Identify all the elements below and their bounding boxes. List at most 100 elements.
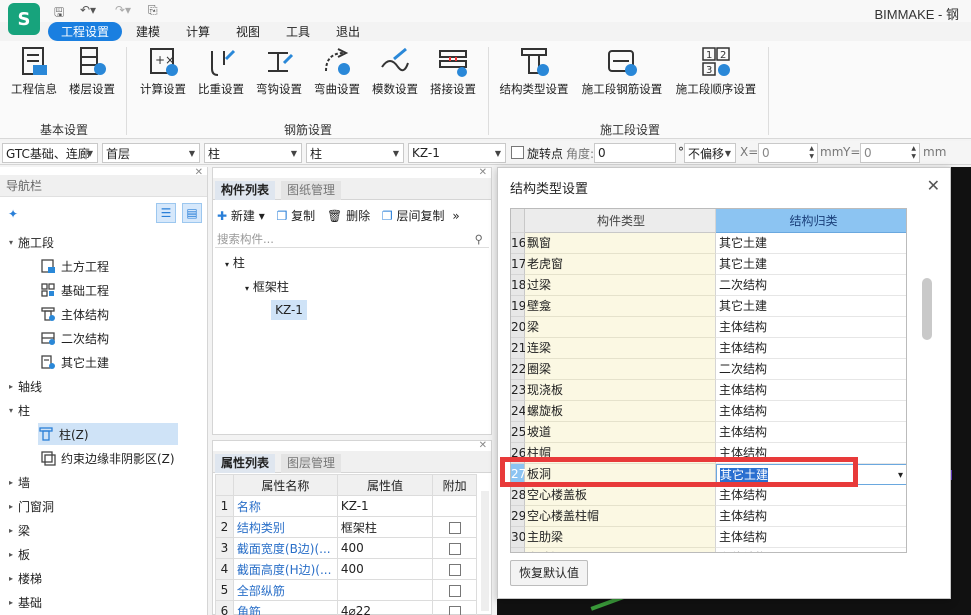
menu-tab-modeling[interactable]: 建模 [128, 22, 168, 41]
nav-item-column[interactable]: ▾ 柱 [4, 399, 30, 421]
tab-drawing-management[interactable]: 图纸管理 [281, 181, 342, 200]
menu-tab-tools[interactable]: 工具 [278, 22, 318, 41]
structure-category-cell[interactable]: 主体结构 [716, 506, 906, 527]
nav-item-column-z[interactable]: 柱(Z) [38, 423, 178, 445]
lap-settings-button[interactable]: 搭接设置 [424, 45, 482, 107]
table-row[interactable]: 16 飘窗 其它土建 [511, 233, 906, 254]
table-row[interactable]: 25 坡道 主体结构 [511, 422, 906, 443]
structure-category-cell[interactable]: 其它土建 [716, 233, 906, 254]
structure-category-cell[interactable]: 主体结构 [716, 317, 906, 338]
modulus-settings-button[interactable]: 模数设置 [366, 45, 424, 107]
collapse-icon[interactable]: ▸ [4, 382, 18, 391]
floor-copy-button[interactable]: ❐ 层间复制 [382, 209, 445, 223]
structure-type-settings-button[interactable]: 结构类型设置 [496, 45, 572, 107]
table-row[interactable]: 31次肋梁主体结构 [511, 548, 906, 552]
nav-item-constraint-edge[interactable]: 约束边缘非阴影区(Z) [40, 447, 175, 469]
property-value[interactable] [336, 579, 434, 601]
building-combo[interactable]: GTC基础、连廊 ▼ [2, 143, 98, 163]
element-type-combo[interactable]: 柱 ▼ [306, 143, 404, 163]
table-row[interactable]: 5 全部纵筋 [215, 579, 477, 601]
nav-item-main-structure[interactable]: 主体结构 [40, 303, 109, 325]
table-row[interactable]: 29 空心楼盖柱帽 主体结构 [511, 506, 906, 527]
spinner-icon[interactable]: ▲ ▼ [911, 145, 916, 161]
component-search-input[interactable]: 搜索构件... ⚲ [215, 230, 489, 248]
nav-item-secondary-structure[interactable]: 二次结构 [40, 327, 109, 349]
table-row[interactable]: 2 结构类别 框架柱 [215, 516, 477, 538]
property-value[interactable]: 4⌀22 [336, 600, 434, 615]
hook-settings-button[interactable]: 弯钩设置 [250, 45, 308, 107]
structure-category-cell[interactable]: 主体结构 [716, 380, 906, 401]
export-icon[interactable]: ⎘ [148, 3, 158, 18]
tab-layer-management[interactable]: 图层管理 [281, 454, 342, 473]
extra-checkbox[interactable] [448, 605, 461, 615]
tab-property-list[interactable]: 属性列表 [215, 454, 276, 473]
expand-icon[interactable]: ▾ [4, 238, 18, 247]
menu-tab-calculate[interactable]: 计算 [178, 22, 218, 41]
structure-category-cell[interactable]: 主体结构 [716, 401, 906, 422]
table-row[interactable]: 3 截面宽度(B边)(... 400 [215, 537, 477, 559]
extra-checkbox[interactable] [448, 584, 461, 597]
structure-category-cell[interactable]: 其它土建 [716, 296, 906, 317]
tree-root[interactable]: ▾ 柱 [225, 254, 245, 271]
rotate-point-checkbox[interactable] [511, 146, 524, 159]
copy-component-button[interactable]: ❐ 复制 [277, 209, 316, 223]
table-row[interactable]: 24 螺旋板 主体结构 [511, 401, 906, 422]
table-row[interactable]: 19 壁龛 其它土建 [511, 296, 906, 317]
element-combo[interactable]: KZ-1 ▼ [408, 143, 506, 163]
offset-combo[interactable]: 不偏移 ▼ [684, 143, 736, 163]
menu-tab-exit[interactable]: 退出 [328, 22, 368, 41]
expand-icon[interactable]: ▾ [245, 284, 249, 293]
chevron-down-icon[interactable]: ▾ [898, 465, 903, 486]
table-row[interactable]: 21 连梁 主体结构 [511, 338, 906, 359]
drawing-canvas[interactable] [951, 167, 971, 615]
new-component-button[interactable]: ✚ 新建 ▾ [217, 209, 265, 223]
extra-checkbox[interactable] [448, 521, 461, 534]
property-value[interactable]: KZ-1 [336, 495, 434, 517]
property-value[interactable]: 框架柱 [336, 516, 434, 538]
nav-item-other-civil[interactable]: 其它土建 [40, 351, 109, 373]
property-value[interactable]: 400 [336, 558, 434, 580]
project-info-button[interactable]: 工程信息 [6, 45, 62, 107]
dialog-scrollbar-thumb[interactable] [922, 278, 932, 340]
expand-icon[interactable]: ▾ [225, 260, 229, 269]
menu-tab-view[interactable]: 视图 [228, 22, 268, 41]
floor-settings-button[interactable]: 楼层设置 [64, 45, 120, 107]
table-row[interactable]: 22 圈梁 二次结构 [511, 359, 906, 380]
nav-item-earthwork[interactable]: 土方工程 [40, 255, 109, 277]
floor-combo[interactable]: 首层 ▼ [102, 143, 200, 163]
structure-category-cell[interactable]: 主体结构 [716, 527, 906, 548]
table-row[interactable]: 28 空心楼盖板 主体结构 [511, 485, 906, 506]
collapse-icon[interactable]: ▸ [4, 550, 18, 559]
collapse-icon[interactable]: ▸ [4, 502, 18, 511]
spinner-icon[interactable]: ▲ ▼ [809, 145, 814, 161]
save-icon[interactable]: 🖫 [54, 3, 64, 24]
table-row[interactable]: 30 主肋梁 主体结构 [511, 527, 906, 548]
detail-view-icon[interactable]: ▤ [182, 203, 202, 223]
table-row[interactable]: 1 名称 KZ-1 [215, 495, 477, 517]
table-row[interactable]: 18 过梁 二次结构 [511, 275, 906, 296]
close-icon[interactable]: ✕ [479, 440, 487, 451]
search-icon[interactable]: ⚲ [475, 230, 483, 248]
y-offset-input[interactable]: 0 ▲ ▼ [860, 143, 920, 163]
extra-checkbox[interactable] [448, 542, 461, 555]
collapse-icon[interactable]: ▸ [4, 478, 18, 487]
table-row[interactable]: 23 现浇板 主体结构 [511, 380, 906, 401]
tab-component-list[interactable]: 构件列表 [215, 181, 276, 200]
property-scrollbar[interactable] [481, 491, 489, 611]
table-row[interactable]: 20 梁主体结构 [511, 317, 906, 338]
angle-input[interactable]: 0 [594, 143, 676, 163]
menu-tab-project-settings[interactable]: 工程设置 [48, 22, 122, 41]
nav-item-stair[interactable]: ▸ 楼梯 [4, 567, 42, 589]
more-icon[interactable]: » [452, 209, 459, 223]
delete-component-button[interactable]: 🗑 删除 [327, 209, 370, 223]
expand-icon[interactable]: ▾ [4, 406, 18, 415]
structure-category-cell[interactable]: 主体结构 [716, 422, 906, 443]
restore-default-button[interactable]: 恢复默认值 [510, 560, 588, 586]
nav-item-beam[interactable]: ▸ 梁 [4, 519, 30, 541]
property-value[interactable]: 400 [336, 537, 434, 559]
nav-item-base[interactable]: ▸ 基础 [4, 591, 42, 613]
nav-item-foundation[interactable]: 基础工程 [40, 279, 109, 301]
table-row[interactable]: 6 角筋 4⌀22 [215, 600, 477, 615]
calc-settings-button[interactable]: +× 计算设置 [134, 45, 192, 107]
pin-icon[interactable]: ✦ [8, 207, 18, 221]
